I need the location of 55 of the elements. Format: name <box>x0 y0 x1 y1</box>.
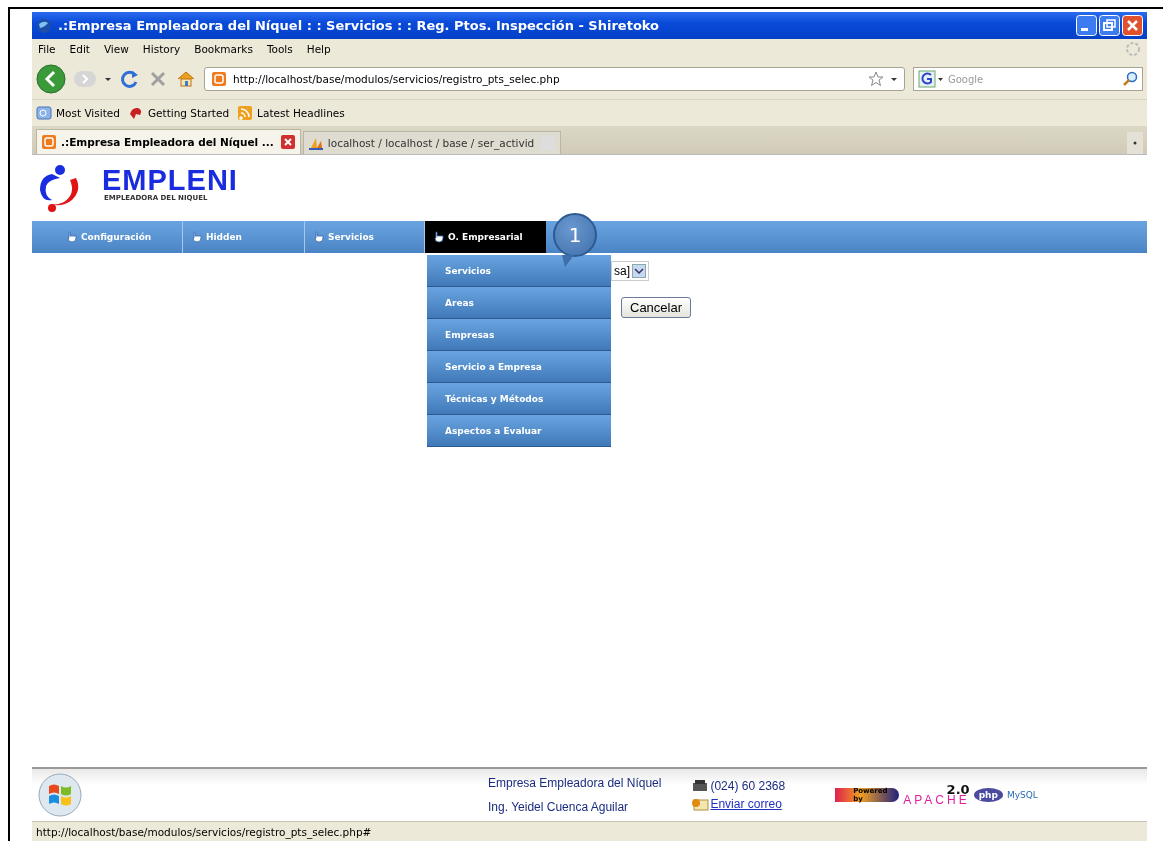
menu-item[interactable]: Tools <box>266 43 293 55</box>
dropdown-field[interactable]: sa] <box>611 261 649 281</box>
hand-icon <box>66 231 78 243</box>
menu-item[interactable]: History <box>142 43 181 55</box>
address-bar[interactable]: http://localhost/base/modulos/servicios/registro_pts_selec.php <box>204 67 905 91</box>
stop-icon[interactable] <box>148 69 168 89</box>
menu-item[interactable]: File <box>38 43 56 55</box>
rss-icon <box>237 105 254 121</box>
search-icon[interactable] <box>1122 71 1138 87</box>
status-bar: http://localhost/base/modulos/servicios/registro_pts_selec.php# <box>32 821 1147 841</box>
chevron-down-icon <box>632 264 646 278</box>
hand-icon <box>313 231 325 243</box>
author-name: Ing. Yeidel Cuenca Aguilar <box>488 800 630 814</box>
bookmark-item[interactable]: Latest Headlines <box>237 105 345 121</box>
browser-tab[interactable]: .:Empresa Empleadora del Níquel ... <box>36 129 301 154</box>
bookmark-item[interactable]: Most Visited <box>36 105 120 121</box>
home-icon[interactable] <box>176 69 196 89</box>
mail-icon <box>691 797 710 811</box>
hand-icon <box>191 231 203 243</box>
close-icon[interactable] <box>1122 15 1143 36</box>
minimize-icon[interactable] <box>1076 15 1097 36</box>
version-text: 2.0 <box>946 784 970 795</box>
back-icon[interactable] <box>36 64 66 94</box>
callout-badge: 1 <box>553 213 597 257</box>
dropdown-arrow-icon[interactable] <box>890 75 898 83</box>
callout-tail-icon <box>562 255 574 267</box>
email-link[interactable]: Enviar correo <box>710 797 782 811</box>
menu-tab[interactable]: O. Empresarial <box>425 221 546 253</box>
tab-close-icon[interactable] <box>279 134 296 150</box>
site-icon <box>211 71 227 87</box>
mysql-text: MySQL <box>1006 790 1038 800</box>
star-icon[interactable] <box>868 71 884 87</box>
php-badge: php <box>973 788 1003 802</box>
company-name: Empresa Empleadora del Níquel <box>488 776 662 790</box>
site-icon <box>41 134 57 150</box>
throbber-icon <box>1125 41 1141 57</box>
logo-name: EMPLENI <box>102 166 238 194</box>
bookmark-icon <box>36 105 52 121</box>
cancel-button[interactable]: Cancelar <box>621 297 692 318</box>
windows-orb-icon[interactable] <box>35 772 85 818</box>
hand-icon <box>433 231 445 243</box>
menu-item[interactable]: Help <box>306 43 331 55</box>
window-title: .:Empresa Empleadora del Níquel : : Servicios : : Reg. Ptos. Inspección - Shiretoko <box>58 18 661 33</box>
search-engine-icon[interactable] <box>918 70 944 88</box>
reload-icon[interactable] <box>120 69 140 89</box>
dropdown-arrow-icon[interactable] <box>104 75 112 83</box>
bookmark-item[interactable]: Getting Started <box>127 105 230 121</box>
phone-icon <box>691 779 710 793</box>
menu-item[interactable]: Edit <box>69 43 90 55</box>
menu-item[interactable]: View <box>103 43 129 55</box>
browser-tab[interactable]: localhost / localhost / base / ser_activid <box>302 131 562 154</box>
restore-icon[interactable] <box>1099 15 1120 36</box>
phone-number: (024) 60 2368 <box>710 779 786 793</box>
apache-text: APACHE <box>903 795 970 806</box>
menu-item[interactable]: Bookmarks <box>194 43 253 55</box>
